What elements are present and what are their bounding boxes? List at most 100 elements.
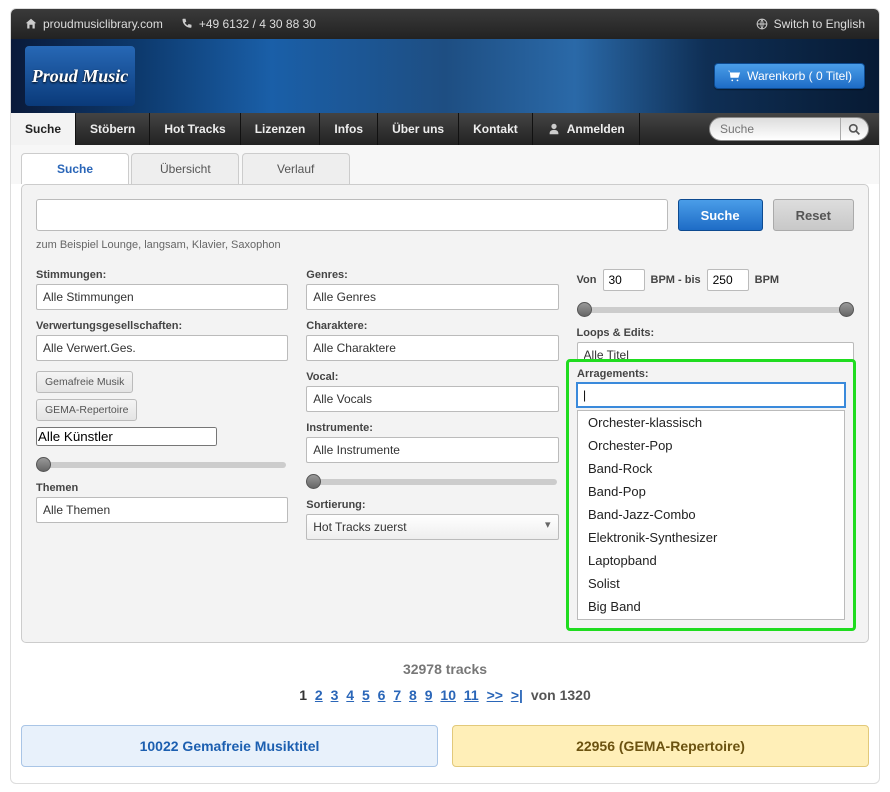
genres-input[interactable] [306,284,558,310]
anmelden-label: Anmelden [567,122,625,136]
slider-knob-left[interactable] [577,302,592,317]
logo[interactable]: Proud Music [25,46,135,106]
pager-page[interactable]: 2 [315,687,323,703]
nav-search-go[interactable] [840,118,868,140]
switch-language[interactable]: Switch to English [756,17,865,31]
pager-page[interactable]: 8 [409,687,417,703]
arrangements-option[interactable]: Big Band [578,595,844,618]
pager-page[interactable]: 4 [346,687,354,703]
bpm-slider[interactable] [579,307,852,313]
nav-lizenzen[interactable]: Lizenzen [241,113,321,145]
pager-page[interactable]: 11 [464,687,479,703]
pager-page[interactable]: 10 [440,687,456,703]
home-icon [25,18,37,30]
nav-ueber-uns[interactable]: Über uns [378,113,459,145]
arrangements-list[interactable]: Orchester-klassischOrchester-PopBand-Roc… [577,410,845,620]
main-nav: Suche Stöbern Hot Tracks Lizenzen Infos … [11,113,879,145]
nav-anmelden[interactable]: Anmelden [533,113,640,145]
sortierung-select[interactable]: Hot Tracks zuerst [306,514,558,540]
bpm-von: Von [577,274,597,286]
phone-text: +49 6132 / 4 30 88 30 [199,17,316,31]
topbar-phone: +49 6132 / 4 30 88 30 [181,17,316,31]
track-count: 32978 tracks [11,661,879,677]
stimmungen-label: Stimmungen: [36,269,288,281]
arrangements-option[interactable]: Solist [578,572,844,595]
arrangements-dropdown: Arragements: Orchester-klassischOrcheste… [566,359,856,631]
nav-hot-tracks[interactable]: Hot Tracks [150,113,240,145]
verwert-label: Verwertungsgesellschaften: [36,320,288,332]
loops-label: Loops & Edits: [577,327,854,339]
nav-suche[interactable]: Suche [11,113,76,145]
arrangements-option[interactable]: Band-Pop [578,480,844,503]
reset-button[interactable]: Reset [773,199,854,231]
nav-infos[interactable]: Infos [320,113,378,145]
stimmungen-input[interactable] [36,284,288,310]
pager-page[interactable]: 9 [425,687,433,703]
pager-page[interactable]: 3 [331,687,339,703]
vocal-input[interactable] [306,386,558,412]
gemafreie-big-button[interactable]: 10022 Gemafreie Musiktitel [21,725,438,767]
topbar: proudmusiclibrary.com +49 6132 / 4 30 88… [11,9,879,39]
charaktere-label: Charaktere: [306,320,558,332]
tab-verlauf[interactable]: Verlauf [242,153,350,184]
nav-search-input[interactable] [710,122,840,136]
slider-mid[interactable] [308,479,556,485]
bpm-to-input[interactable] [707,269,749,291]
pager: 1 2 3 4 5 6 7 8 9 10 11 >> >| von 1320 [11,687,879,703]
arrangements-label: Arragements: [577,368,845,380]
vocal-label: Vocal: [306,371,558,383]
themen-input[interactable] [36,497,288,523]
domain-text: proudmusiclibrary.com [43,17,163,31]
banner: Proud Music Warenkorb ( 0 Titel) [11,39,879,113]
nav-kontakt[interactable]: Kontakt [459,113,533,145]
topbar-domain[interactable]: proudmusiclibrary.com [25,17,163,31]
slider-knob[interactable] [36,457,51,472]
instrumente-input[interactable] [306,437,558,463]
slider-left[interactable] [38,462,286,468]
kuenstler-input[interactable] [36,427,217,446]
themen-label: Themen [36,482,288,494]
charaktere-input[interactable] [306,335,558,361]
pager-next[interactable]: >> [487,687,503,703]
nav-stoebern[interactable]: Stöbern [76,113,150,145]
arrangements-option[interactable]: Orchester-Pop [578,434,844,457]
arrangements-option[interactable]: Laptopband [578,549,844,572]
slider-knob[interactable] [306,474,321,489]
arrangements-input[interactable] [577,383,845,407]
verwert-input[interactable] [36,335,288,361]
user-icon [547,122,561,136]
search-panel: Suche Reset zum Beispiel Lounge, langsam… [21,184,869,643]
cart-icon [727,69,741,83]
tab-suche[interactable]: Suche [21,153,129,184]
bpm-end: BPM [755,274,779,286]
pager-page[interactable]: 6 [378,687,386,703]
subtabs: Suche Übersicht Verlauf [11,145,879,184]
tab-uebersicht[interactable]: Übersicht [131,153,239,184]
bpm-from-input[interactable] [603,269,645,291]
pager-last[interactable]: >| [511,687,523,703]
switch-text: Switch to English [774,17,865,31]
gema-repertoire-big-button[interactable]: 22956 (GEMA-Repertoire) [452,725,869,767]
main-search-input[interactable] [36,199,668,231]
nav-search [709,117,869,141]
gema-repertoire-button[interactable]: GEMA-Repertoire [36,399,137,421]
cart-label: Warenkorb ( 0 Titel) [747,69,852,83]
slider-knob-right[interactable] [839,302,854,317]
pager-suffix: von 1320 [531,687,591,703]
arrangements-option[interactable]: Elektronik-Synthesizer [578,526,844,549]
gemafreie-musik-button[interactable]: Gemafreie Musik [36,371,133,393]
arrangements-option[interactable]: Band-Jazz-Combo [578,503,844,526]
pager-page: 1 [299,687,307,703]
arrangements-option[interactable]: Kleines Ensemble [578,618,844,620]
phone-icon [181,18,193,30]
pager-page[interactable]: 5 [362,687,370,703]
arrangements-option[interactable]: Band-Rock [578,457,844,480]
cart-button[interactable]: Warenkorb ( 0 Titel) [714,63,865,89]
sortierung-label: Sortierung: [306,499,558,511]
bpm-mid: BPM - bis [651,274,701,286]
search-icon [848,123,861,136]
bpm-row: Von BPM - bis BPM [577,269,854,291]
arrangements-option[interactable]: Orchester-klassisch [578,411,844,434]
pager-page[interactable]: 7 [393,687,401,703]
search-button[interactable]: Suche [678,199,763,231]
